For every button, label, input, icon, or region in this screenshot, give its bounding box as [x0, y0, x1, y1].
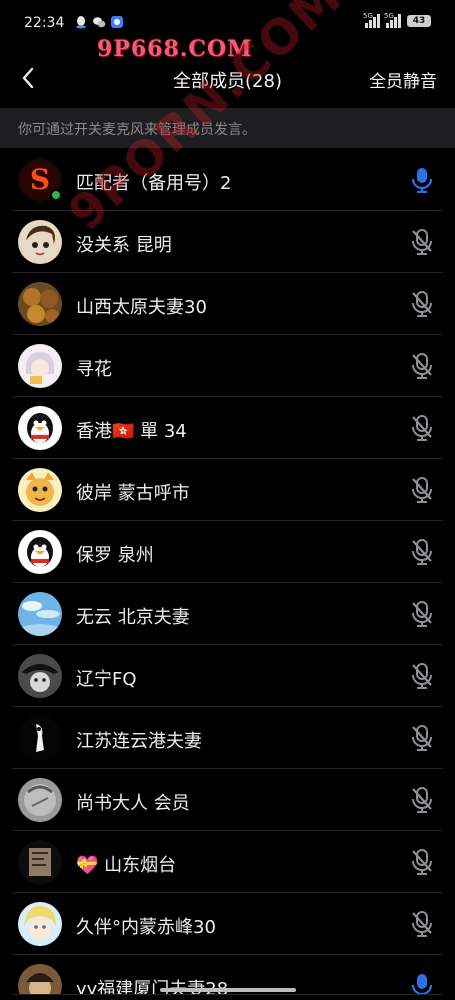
member-name: 保罗 泉州 [76, 545, 154, 566]
member-name: 没关系 昆明 [76, 235, 172, 256]
online-status-icon [50, 189, 62, 201]
member-name: 尚书大人 会员 [76, 793, 190, 814]
status-notification-icons [74, 15, 124, 29]
mic-muted-icon[interactable] [411, 539, 433, 565]
avatar[interactable] [18, 406, 62, 450]
mic-muted-icon[interactable] [411, 725, 433, 751]
cellular-signal-1-icon: 5G [363, 12, 380, 28]
mute-all-button[interactable]: 全员静音 [369, 67, 437, 92]
member-row[interactable]: 没关系 昆明 [0, 211, 455, 273]
app-notification-icon [111, 16, 123, 28]
member-name: 寻花 [76, 359, 112, 380]
member-name: 久伴°内蒙赤峰30 [76, 917, 216, 938]
member-row[interactable]: 久伴°内蒙赤峰30 [0, 893, 455, 955]
svg-text:S: S [30, 163, 50, 196]
avatar[interactable] [18, 654, 62, 698]
member-row[interactable]: 山西太原夫妻30 [0, 273, 455, 335]
avatar[interactable] [18, 282, 62, 326]
member-name: 匹配者（备用号）2 [76, 173, 232, 194]
member-name: yy福建厦门夫妻28 [76, 979, 229, 995]
avatar[interactable] [18, 840, 62, 884]
home-indicator[interactable] [160, 988, 296, 992]
manage-tip: 你可通过开关麦克风来管理成员发言。 [0, 108, 455, 148]
member-name: 💝 山东烟台 [76, 855, 177, 876]
wechat-notification-icon [93, 17, 106, 28]
member-row[interactable]: 尚书大人 会员 [0, 769, 455, 831]
avatar[interactable] [18, 592, 62, 636]
avatar[interactable] [18, 902, 62, 946]
member-name: 彼岸 蒙古呼市 [76, 483, 190, 504]
avatar[interactable] [18, 778, 62, 822]
status-system-icons: 5G 5G 43 [363, 12, 431, 28]
qq-notification-icon [76, 16, 86, 29]
member-list: S 匹配者（备用号）2 没关系 昆明 山西太原夫妻30 寻花 香港🇭🇰 單 34 [0, 149, 455, 995]
member-row[interactable]: 香港🇭🇰 單 34 [0, 397, 455, 459]
member-row[interactable]: S 匹配者（备用号）2 [0, 149, 455, 211]
avatar[interactable] [18, 716, 62, 760]
member-row[interactable]: 彼岸 蒙古呼市 [0, 459, 455, 521]
avatar[interactable] [18, 964, 62, 995]
mic-muted-icon[interactable] [411, 415, 433, 441]
member-name: 江苏连云港夫妻 [76, 731, 202, 752]
mic-muted-icon[interactable] [411, 477, 433, 503]
member-row[interactable]: 💝 山东烟台 [0, 831, 455, 893]
member-name: 山西太原夫妻30 [76, 297, 207, 318]
mic-muted-icon[interactable] [411, 353, 433, 379]
member-row[interactable]: 寻花 [0, 335, 455, 397]
member-name: 香港🇭🇰 單 34 [76, 421, 187, 442]
mic-muted-icon[interactable] [411, 601, 433, 627]
mic-muted-icon[interactable] [411, 787, 433, 813]
member-name: 辽宁FQ [76, 669, 137, 690]
avatar[interactable] [18, 220, 62, 264]
mic-muted-icon[interactable] [411, 291, 433, 317]
cellular-signal-2-icon: 5G [384, 12, 401, 28]
member-row[interactable]: 江苏连云港夫妻 [0, 707, 455, 769]
member-row[interactable]: 保罗 泉州 [0, 521, 455, 583]
member-row[interactable]: 辽宁FQ [0, 645, 455, 707]
member-row[interactable]: 无云 北京夫妻 [0, 583, 455, 645]
status-time: 22:34 [24, 15, 65, 31]
avatar[interactable] [18, 344, 62, 388]
avatar[interactable] [18, 530, 62, 574]
mic-muted-icon[interactable] [411, 229, 433, 255]
battery-icon: 43 [407, 15, 431, 27]
mic-muted-icon[interactable] [411, 663, 433, 689]
mic-on-icon[interactable] [411, 973, 433, 995]
nav-bar: 全部成员(28) 全员静音 [0, 50, 455, 106]
mic-muted-icon[interactable] [411, 849, 433, 875]
mic-on-icon[interactable] [411, 167, 433, 193]
mic-muted-icon[interactable] [411, 911, 433, 937]
member-name: 无云 北京夫妻 [76, 607, 190, 628]
avatar[interactable] [18, 468, 62, 512]
